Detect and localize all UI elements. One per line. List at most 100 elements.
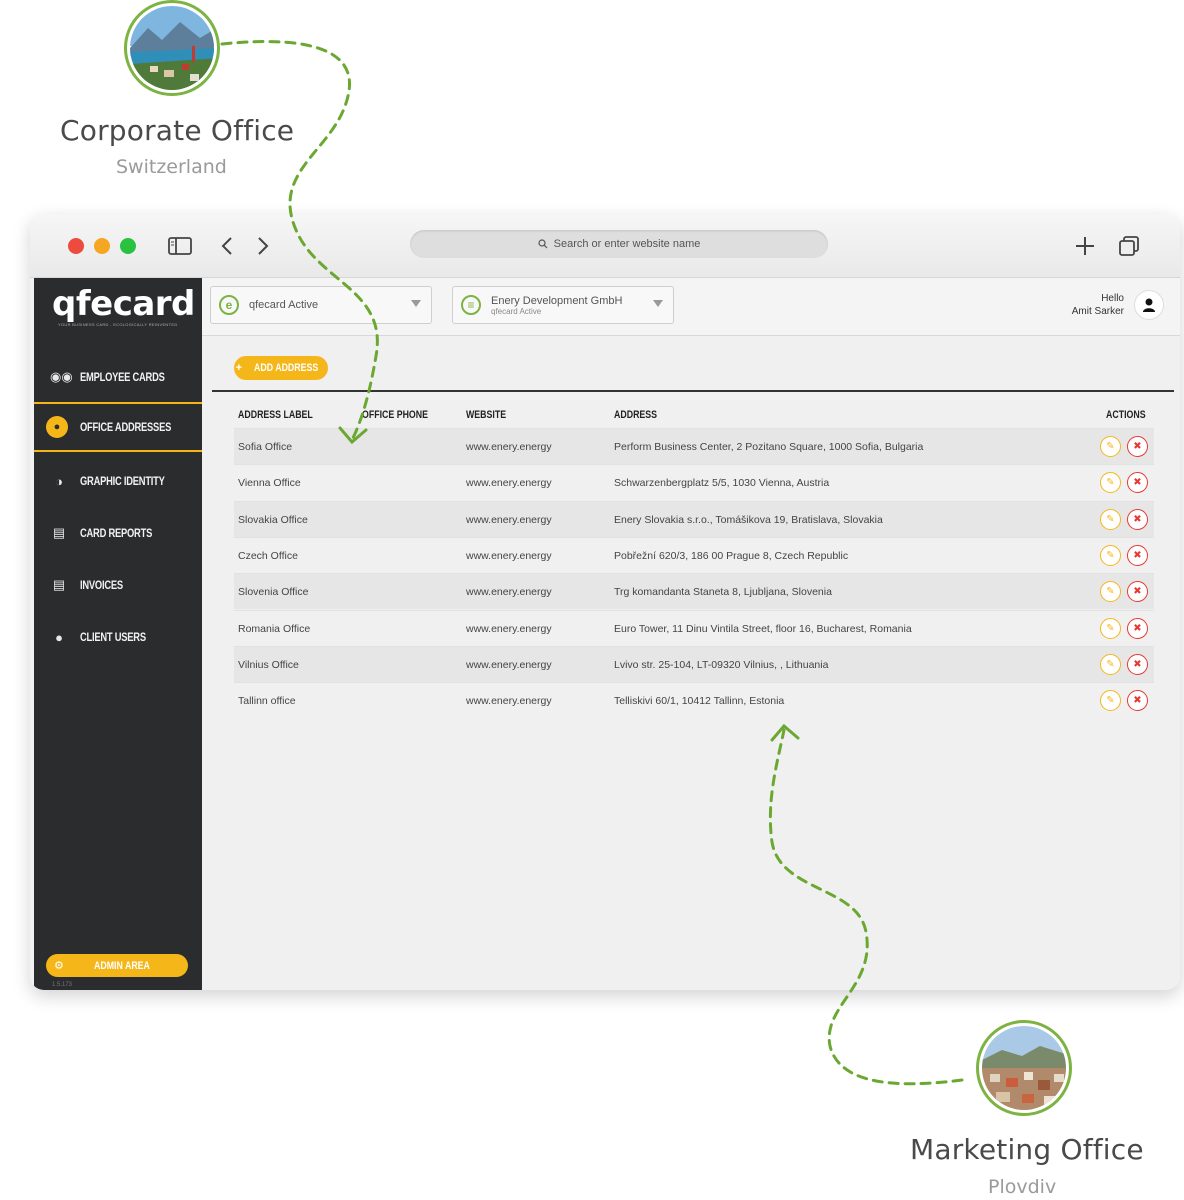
sidebar-item-label: GRAPHIC IDENTITY [80, 474, 165, 488]
edit-icon[interactable]: ✎ [1100, 653, 1121, 675]
qfecard-logo[interactable]: qfecard [52, 284, 195, 324]
address-label-cell: Slovenia Office [238, 586, 309, 599]
address-cell: Perform Business Center, 2 Pozitano Squa… [614, 441, 924, 453]
sidebar-item-graphic-identity[interactable]: ◑ GRAPHIC IDENTITY [34, 456, 202, 506]
maximize-window-button[interactable] [120, 238, 136, 254]
enery-e-icon: e [219, 295, 239, 315]
main-content: e qfecard Active ≡ Enery Development Gmb… [202, 278, 1180, 990]
address-cell: Telliskivi 60/1, 10412 Tallinn, Estonia [614, 695, 785, 708]
address-label-cell: Vienna Office [238, 477, 301, 490]
minimize-window-button[interactable] [94, 238, 110, 254]
logo-tagline: YOUR BUSINESS CARD - ECOLOGICALLY REINVE… [58, 322, 178, 327]
delete-icon[interactable]: ✖ [1127, 690, 1148, 712]
marketing-office-photo [976, 1020, 1072, 1116]
plus-icon: + [235, 362, 243, 374]
sidebar-item-client-users[interactable]: ● CLIENT USERS [34, 612, 202, 662]
address-cell: Euro Tower, 11 Dinu Vintila Street, floo… [614, 622, 912, 635]
add-address-button[interactable]: + ADD ADDRESS [234, 356, 328, 380]
website-cell: www.enery.energy [466, 695, 552, 708]
address-label-cell: Romania Office [238, 622, 311, 635]
table-row[interactable]: Vienna Office www.enery.energy Schwarzenbe… [234, 464, 1154, 500]
table-row[interactable]: Czech Office www.enery.energy Pobřežní 620… [234, 536, 1154, 573]
marketing-office-title: Marketing Office [910, 1133, 1144, 1166]
company-select-text: Enery Development GmbH qfecard Active [491, 295, 622, 316]
edit-icon[interactable]: ✎ [1100, 617, 1121, 639]
column-header: ADDRESS [614, 409, 658, 421]
address-label-cell: Czech Office [238, 549, 298, 562]
location-pin-icon: ● [46, 416, 68, 438]
forward-arrow-icon[interactable] [256, 236, 270, 256]
website-cell: www.enery.energy [466, 549, 552, 562]
edit-icon[interactable]: ✎ [1100, 508, 1121, 530]
account-status-value: qfecard Active [249, 299, 319, 311]
company-name: Enery Development GmbH [491, 294, 623, 307]
account-status-select[interactable]: e qfecard Active [210, 286, 432, 324]
column-header: OFFICE PHONE [362, 409, 429, 421]
sidebar-item-label: CLIENT USERS [80, 630, 146, 644]
users-icon: ◉◉ [50, 369, 73, 384]
gears-icon: ⚙ [54, 960, 64, 972]
table-row[interactable]: Slovakia Office www.enery.energy Enery Slo… [234, 500, 1154, 537]
edit-icon[interactable]: ✎ [1100, 472, 1121, 494]
app-sidebar: qfecard YOUR BUSINESS CARD - ECOLOGICALL… [34, 278, 202, 990]
user-avatar-icon[interactable] [1134, 290, 1164, 320]
sidebar-item-label: EMPLOYEE CARDS [80, 370, 165, 384]
back-arrow-icon[interactable] [220, 236, 234, 256]
column-header: ADDRESS LABEL [238, 409, 313, 421]
delete-icon[interactable]: ✖ [1127, 617, 1148, 639]
add-address-label: ADD ADDRESS [254, 362, 319, 374]
chevron-down-icon [653, 300, 663, 307]
address-cell: Pobřežní 620/3, 186 00 Prague 8, Czech R… [614, 549, 849, 562]
new-tab-plus-icon[interactable] [1074, 235, 1096, 257]
company-select[interactable]: ≡ Enery Development GmbH qfecard Active [452, 286, 674, 324]
table-row[interactable]: Sofia Office www.enery.energy Perform Busi… [234, 428, 1154, 464]
address-bar-placeholder: Search or enter website name [553, 238, 701, 250]
lake-landscape-image [130, 6, 214, 90]
sidebar-item-label: INVOICES [80, 578, 123, 592]
sidebar-toggle-icon[interactable] [168, 236, 192, 256]
address-label-cell: Slovakia Office [238, 513, 308, 526]
tab-overview-icon[interactable] [1118, 235, 1140, 257]
browser-window: Search or enter website name qfecard YOU… [30, 214, 1180, 990]
edit-icon[interactable]: ✎ [1100, 544, 1121, 566]
table-row[interactable]: Romania Office www.enery.energy Euro Tower… [234, 609, 1154, 646]
admin-area-button[interactable]: ⚙ ADMIN AREA [46, 954, 188, 977]
delete-icon[interactable]: ✖ [1127, 544, 1148, 566]
palette-icon: ◑ [55, 473, 63, 489]
edit-icon[interactable]: ✎ [1100, 436, 1121, 457]
address-cell: Enery Slovakia s.r.o., Tomášikova 19, Br… [614, 513, 883, 526]
website-cell: www.enery.energy [466, 441, 552, 453]
website-cell: www.enery.energy [466, 658, 552, 671]
sidebar-item-invoices[interactable]: ▤ INVOICES [34, 560, 202, 610]
city-landscape-image [982, 1026, 1066, 1110]
address-cell: Schwarzenbergplatz 5/5, 1030 Vienna, Aus… [614, 477, 830, 490]
marketing-office-subtitle: Plovdiv [988, 1176, 1057, 1198]
corporate-office-photo [124, 0, 220, 96]
company-logo-icon: ≡ [461, 295, 481, 315]
edit-icon[interactable]: ✎ [1100, 690, 1121, 712]
table-row[interactable]: Vilnius Office www.enery.energy Lvivo str.… [234, 645, 1154, 682]
table-row[interactable]: Tallinn office www.enery.energy Telliskivi… [234, 682, 1154, 718]
corporate-office-title: Corporate Office [60, 114, 295, 147]
delete-icon[interactable]: ✖ [1127, 508, 1148, 530]
sidebar-item-card-reports[interactable]: ▤ CARD REPORTS [34, 508, 202, 558]
website-cell: www.enery.energy [466, 586, 552, 599]
edit-icon[interactable]: ✎ [1100, 581, 1121, 603]
delete-icon[interactable]: ✖ [1127, 653, 1148, 675]
sidebar-item-office-addresses[interactable]: ● OFFICE ADDRESSES [34, 402, 202, 452]
address-label-cell: Tallinn office [238, 695, 296, 708]
table-header: ADDRESS LABEL OFFICE PHONE WEBSITE ADDRE… [234, 406, 1154, 428]
sidebar-item-employee-cards[interactable]: ◉◉ EMPLOYEE CARDS [34, 352, 202, 402]
greeting-text: Hello [1101, 293, 1124, 304]
delete-icon[interactable]: ✖ [1127, 436, 1148, 457]
address-cell: Lvivo str. 25-104, LT-09320 Vilnius, , L… [614, 658, 829, 671]
table-row[interactable]: Slovenia Office www.enery.energy Trg koman… [234, 573, 1154, 610]
close-window-button[interactable] [68, 238, 84, 254]
admin-area-label: ADMIN AREA [93, 959, 150, 972]
promo-stage: Corporate Office Switzerland Search or e… [0, 0, 1184, 1200]
company-status: qfecard Active [491, 306, 542, 316]
delete-icon[interactable]: ✖ [1127, 472, 1148, 494]
address-bar[interactable]: Search or enter website name [410, 230, 828, 258]
delete-icon[interactable]: ✖ [1127, 581, 1148, 603]
user-greeting: Hello Amit Sarker [1072, 292, 1124, 318]
